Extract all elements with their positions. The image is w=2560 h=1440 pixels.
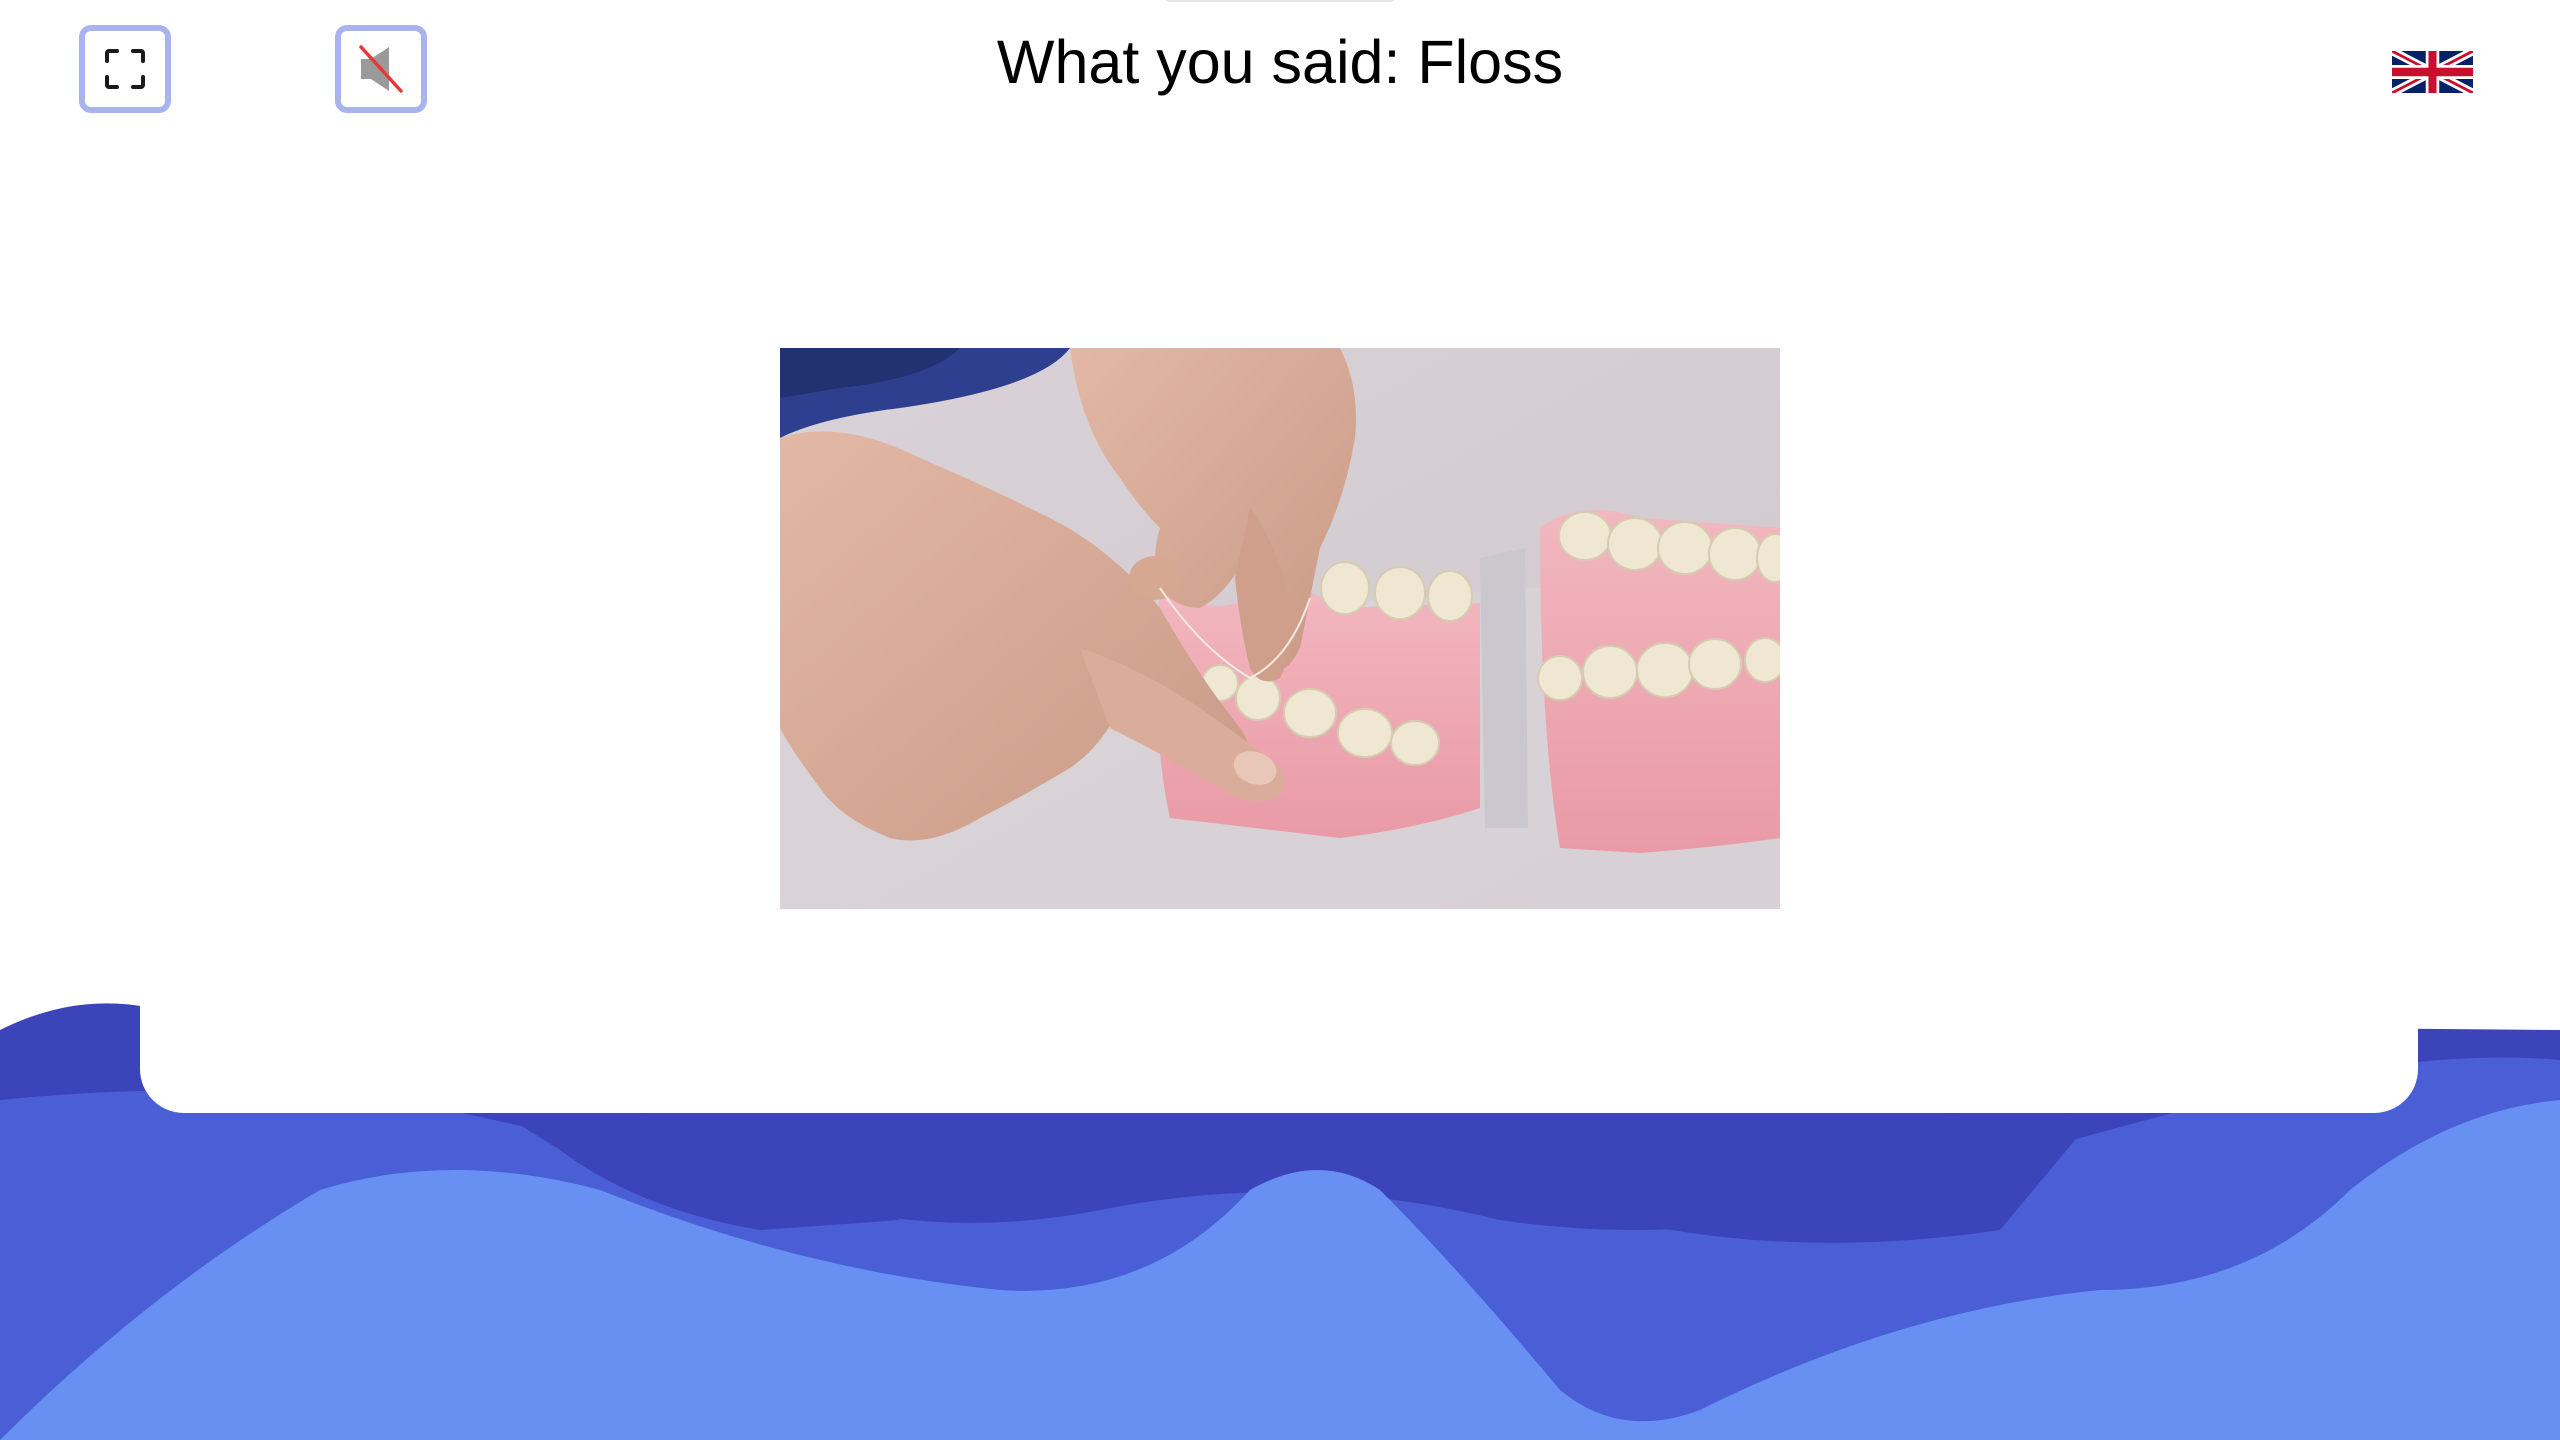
floss-demo-video[interactable] bbox=[780, 348, 1780, 909]
bottom-card-panel bbox=[140, 940, 2418, 1113]
uk-flag-icon[interactable] bbox=[2392, 51, 2473, 93]
top-drag-handle bbox=[1165, 0, 1395, 2]
page-title: What you said: Floss bbox=[996, 28, 1564, 96]
app-screen: What you said: Floss bbox=[0, 0, 2560, 1440]
